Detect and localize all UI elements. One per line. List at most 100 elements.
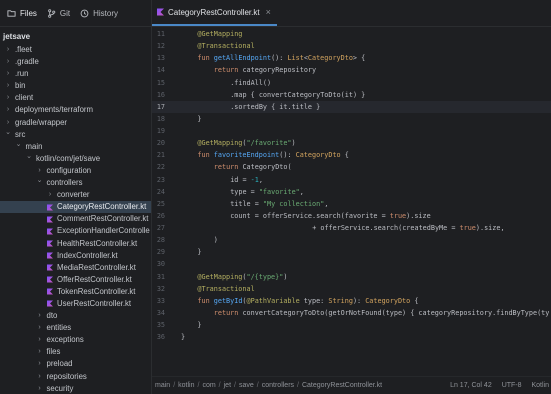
tree-folder[interactable]: › .run xyxy=(0,68,151,80)
chevron-down-icon[interactable]: ⌄ xyxy=(15,139,23,151)
code-token: @PathVariable xyxy=(246,296,300,305)
chevron-right-icon[interactable]: › xyxy=(4,68,12,80)
chevron-right-icon[interactable]: › xyxy=(36,310,44,322)
file-encoding[interactable]: UTF-8 xyxy=(502,382,522,389)
chevron-right-icon[interactable]: › xyxy=(4,104,12,116)
code-text: type = "favorite", xyxy=(230,186,304,198)
left-tab-files[interactable]: Files xyxy=(3,0,43,27)
tree-folder[interactable]: › files xyxy=(0,346,151,358)
tree-folder[interactable]: › exceptions xyxy=(0,334,151,346)
code-token: getAllEndpoint xyxy=(213,54,272,63)
breadcrumb-item[interactable]: save xyxy=(239,382,254,389)
code-token: , xyxy=(258,175,263,184)
breadcrumb-item[interactable]: CategoryRestController.kt xyxy=(302,382,382,389)
tree-folder[interactable]: ⌄ main xyxy=(0,141,151,153)
code-token: .sortedBy { it.title } xyxy=(230,102,321,111)
code-line: 26 count = offerService.search(favorite =… xyxy=(152,210,551,222)
tree-item-label: ExceptionHandlerControlle xyxy=(57,226,150,236)
tree-folder[interactable]: › converter xyxy=(0,189,151,201)
code-token: ): xyxy=(352,296,366,305)
line-number: 35 xyxy=(156,321,165,329)
chevron-right-icon[interactable]: › xyxy=(4,92,12,104)
code-line: 11 @GetMapping xyxy=(152,28,551,40)
chevron-right-icon[interactable]: › xyxy=(4,80,12,92)
left-tab-label: History xyxy=(93,8,119,18)
code-line: 20 @GetMapping("/favorite") xyxy=(152,137,551,149)
code-text: return convertCategoryToDto(getOrNotFoun… xyxy=(214,307,550,319)
tree-folder[interactable]: › bin xyxy=(0,80,151,92)
breadcrumb-item[interactable]: main xyxy=(155,382,170,389)
cursor-position[interactable]: Ln 17, Col 42 xyxy=(450,382,492,389)
code-token: true xyxy=(389,211,407,220)
tree-folder[interactable]: › .fleet xyxy=(0,44,151,56)
code-text: @GetMapping xyxy=(197,28,242,40)
breadcrumb-item[interactable]: controllers xyxy=(262,382,294,389)
chevron-right-icon[interactable]: › xyxy=(36,371,44,383)
tree-folder[interactable]: › client xyxy=(0,92,151,104)
file-explorer-panel: Files Git History jetsave › .fleet › .gradle ›… xyxy=(0,0,151,394)
tree-file[interactable]: OfferRestController.kt xyxy=(0,274,151,286)
breadcrumb-separator: / xyxy=(173,382,176,389)
close-tab-icon[interactable]: × xyxy=(266,7,271,17)
code-token: @Transactional xyxy=(197,42,255,51)
chevron-right-icon[interactable]: › xyxy=(36,383,44,394)
chevron-right-icon[interactable]: › xyxy=(4,56,12,68)
tree-file[interactable]: UserRestController.kt xyxy=(0,298,151,310)
chevron-down-icon[interactable]: ⌄ xyxy=(36,175,44,187)
tree-file[interactable]: ExceptionHandlerControlle xyxy=(0,225,151,237)
code-line: 12 @Transactional xyxy=(152,40,551,52)
line-number: 11 xyxy=(156,30,165,38)
left-tab-git[interactable]: Git xyxy=(43,0,76,27)
breadcrumb-item[interactable]: kotlin xyxy=(178,382,194,389)
chevron-down-icon[interactable]: ⌄ xyxy=(4,127,12,139)
tree-file[interactable]: TokenRestController.kt xyxy=(0,286,151,298)
tree-folder[interactable]: › deployments/terraform xyxy=(0,104,151,116)
kotlin-file-icon xyxy=(157,8,164,16)
code-token: return xyxy=(213,308,243,317)
tree-folder[interactable]: › gradle/wrapper xyxy=(0,117,151,129)
tree-folder[interactable]: › .gradle xyxy=(0,56,151,68)
file-language[interactable]: Kotlin xyxy=(531,382,549,389)
code-token: (): xyxy=(279,151,296,160)
chevron-right-icon[interactable]: › xyxy=(36,346,44,358)
tree-file[interactable]: CommentRestController.kt xyxy=(0,213,151,225)
chevron-right-icon[interactable]: › xyxy=(36,358,44,370)
code-text: @GetMapping("/favorite") xyxy=(197,137,295,149)
tree-folder[interactable]: ⌄ controllers xyxy=(0,177,151,189)
tree-file[interactable]: HealthRestController.kt xyxy=(0,238,151,250)
tree-folder[interactable]: › dto xyxy=(0,310,151,322)
code-token: return xyxy=(213,66,243,75)
tree-file[interactable]: MediaRestController.kt xyxy=(0,262,151,274)
left-tab-history[interactable]: History xyxy=(76,0,124,27)
tree-folder[interactable]: › repositories xyxy=(0,371,151,383)
breadcrumb-item[interactable]: jet xyxy=(224,382,231,389)
line-number: 34 xyxy=(156,308,165,317)
tree-folder[interactable]: › entities xyxy=(0,322,151,334)
tree-item-label: entities xyxy=(46,323,72,333)
code-line: 31 @GetMapping("/{type}") xyxy=(152,271,551,283)
tree-folder[interactable]: › security xyxy=(0,383,151,394)
tree-file[interactable]: IndexController.kt xyxy=(0,250,151,262)
code-token: CategoryDto xyxy=(365,296,411,305)
project-root[interactable]: jetsave xyxy=(0,30,151,44)
history-icon xyxy=(80,9,89,18)
code-token: getById xyxy=(213,296,243,305)
code-area[interactable]: 11 @GetMapping 12 @Transactional 13 fun getAl… xyxy=(152,28,551,343)
code-text: fun getAllEndpoint(): List<CategoryDto> … xyxy=(197,52,365,64)
tree-file[interactable]: CategoryRestController.kt xyxy=(0,201,151,214)
chevron-right-icon[interactable]: › xyxy=(4,44,12,56)
tree-item-label: .gradle xyxy=(15,57,39,67)
chevron-right-icon[interactable]: › xyxy=(36,334,44,346)
tree-folder[interactable]: › configuration xyxy=(0,165,151,177)
chevron-down-icon[interactable]: ⌄ xyxy=(25,151,33,163)
tree-folder[interactable]: › preload xyxy=(0,358,151,370)
editor-tab-active[interactable]: CategoryRestController.kt × xyxy=(152,0,277,26)
kotlin-file-icon xyxy=(47,240,53,247)
chevron-right-icon[interactable]: › xyxy=(46,189,54,201)
breadcrumb-item[interactable]: com xyxy=(202,382,215,389)
tree-folder[interactable]: ⌄ kotlin/com/jet/save xyxy=(0,153,151,165)
tree-folder[interactable]: ⌄ src xyxy=(0,129,151,141)
chevron-right-icon[interactable]: › xyxy=(36,322,44,334)
tree-item-label: converter xyxy=(57,190,90,200)
kotlin-file-icon xyxy=(47,264,53,271)
